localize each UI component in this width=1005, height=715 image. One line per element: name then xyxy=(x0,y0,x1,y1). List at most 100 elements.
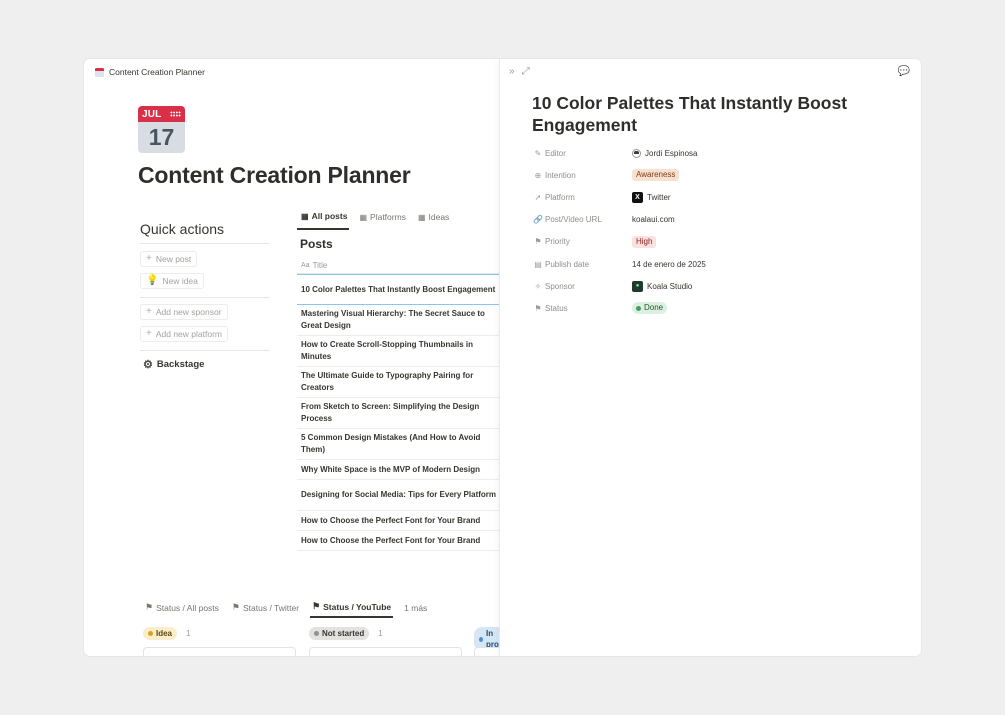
flag-icon: ⚑ xyxy=(534,303,542,313)
status-pill: Not started xyxy=(309,627,370,640)
target-icon: ⊕ xyxy=(534,170,542,180)
board-lane-not-started[interactable]: Not started 1 xyxy=(309,627,383,640)
table-row[interactable]: Mastering Visual Hierarchy: The Secret S… xyxy=(297,305,500,336)
status-tag: Done xyxy=(632,302,668,315)
property-editor[interactable]: ✎ Editor Jordi Espinosa xyxy=(533,142,893,164)
property-intention[interactable]: ⊕ Intention Awareness xyxy=(533,164,893,186)
property-sponsor[interactable]: ✧ Sponsor ● Koala Studio xyxy=(533,275,893,297)
board-card[interactable] xyxy=(474,647,500,656)
table-row[interactable]: How to Choose the Perfect Font for Your … xyxy=(297,531,500,551)
board-card[interactable] xyxy=(143,647,296,656)
quick-actions-title: Quick actions xyxy=(140,221,225,237)
property-value[interactable]: koalaui.com xyxy=(632,215,675,224)
table-row[interactable]: 5 Common Design Mistakes (And How to Avo… xyxy=(297,429,500,460)
sparkle-icon: ✧ xyxy=(534,281,542,291)
column-header-label: Title xyxy=(312,260,328,270)
tab-label: Status / All posts xyxy=(156,602,219,613)
new-post-button[interactable]: + New post xyxy=(140,251,198,267)
calendar-month: JUL xyxy=(138,106,185,122)
table-row[interactable]: Designing for Social Media: Tips for Eve… xyxy=(297,480,500,511)
property-label: Post/Video URL xyxy=(545,215,602,225)
property-label: Publish date xyxy=(545,259,590,269)
divider xyxy=(140,243,270,244)
table-row[interactable]: 10 Color Palettes That Instantly Boost E… xyxy=(297,274,500,305)
status-pill: Idea xyxy=(143,627,178,640)
expand-icon[interactable]: ⤢ xyxy=(522,66,530,77)
backstage-link[interactable]: ⚙ Backstage xyxy=(143,358,204,371)
row-title: Designing for Social Media: Tips for Eve… xyxy=(301,490,497,499)
new-idea-button[interactable]: 💡 New idea xyxy=(140,273,204,289)
divider xyxy=(140,297,270,298)
status-dot xyxy=(314,631,319,636)
property-platform[interactable]: ➚ Platform X Twitter xyxy=(533,186,893,208)
lane-count: 1 xyxy=(186,629,191,638)
status-dot xyxy=(479,636,484,642)
tab-status-youtube[interactable]: ⚑ Status / YouTube xyxy=(310,597,394,618)
property-publish-date[interactable]: ▤ Publish date 14 de enero de 2025 xyxy=(533,253,893,275)
property-value: Twitter xyxy=(647,192,671,202)
tab-label: Status / YouTube xyxy=(323,601,392,612)
panel-toolbar: » ⤢ xyxy=(509,66,537,77)
property-url[interactable]: 🔗 Post/Video URL koalaui.com xyxy=(533,209,893,231)
tab-label: Ideas xyxy=(428,212,450,222)
tab-status-all-posts[interactable]: ⚑ Status / All posts xyxy=(143,597,221,618)
calendar-month-label: JUL xyxy=(142,108,162,120)
table-icon: ▦ xyxy=(417,212,426,222)
table-icon: ▦ xyxy=(301,211,309,221)
tab-ideas[interactable]: ▦ Ideas xyxy=(414,209,451,230)
table-row[interactable]: How to Create Scroll-Stopping Thumbnails… xyxy=(297,336,500,367)
status-tag-label: Done xyxy=(644,303,664,313)
tab-status-twitter[interactable]: ⚑ Status / Twitter xyxy=(230,597,301,618)
comment-icon[interactable]: 💬 xyxy=(898,66,910,77)
board-card[interactable] xyxy=(309,647,462,656)
property-label: Status xyxy=(545,303,568,313)
row-title: The Ultimate Guide to Typography Pairing… xyxy=(301,371,474,392)
flag-icon: ⚑ xyxy=(145,602,154,612)
new-idea-label: New idea xyxy=(162,276,198,286)
gear-icon: ⚙ xyxy=(143,359,153,371)
lane-count: 1 xyxy=(378,629,383,638)
tab-label: All posts xyxy=(311,211,348,221)
property-priority[interactable]: ⚑ Priority High xyxy=(533,231,893,253)
add-sponsor-label: Add new sponsor xyxy=(155,307,222,317)
table-row[interactable]: From Sketch to Screen: Simplifying the D… xyxy=(297,398,500,429)
page-title: Content Creation Planner xyxy=(138,162,411,188)
new-post-label: New post xyxy=(155,254,192,264)
tab-all-posts[interactable]: ▦ All posts xyxy=(297,209,350,230)
tab-more[interactable]: 1 más xyxy=(402,597,429,618)
property-label: Priority xyxy=(545,237,570,247)
add-sponsor-button[interactable]: + Add new sponsor xyxy=(140,304,228,320)
tab-platforms[interactable]: ▦ Platforms xyxy=(355,209,407,230)
row-title: 5 Common Design Mistakes (And How to Avo… xyxy=(301,433,481,454)
row-title: Mastering Visual Hierarchy: The Secret S… xyxy=(301,309,485,330)
priority-tag: High xyxy=(632,235,657,248)
status-pill-label: Idea xyxy=(156,629,173,638)
property-value: Jordi Espinosa xyxy=(645,148,698,158)
add-platform-button[interactable]: + Add new platform xyxy=(140,326,228,342)
property-status[interactable]: ⚑ Status Done xyxy=(533,297,893,319)
table-row[interactable]: The Ultimate Guide to Typography Pairing… xyxy=(297,367,500,398)
plus-icon: + xyxy=(146,306,152,317)
status-board: Idea 1 Not started 1 In progress xyxy=(143,627,500,656)
koala-studio-logo-icon: ● xyxy=(632,280,643,292)
panel-title[interactable]: 10 Color Palettes That Instantly Boost E… xyxy=(532,92,892,136)
lightbulb-icon: 💡 xyxy=(146,275,159,286)
twitter-x-icon: X xyxy=(632,191,643,203)
breadcrumb[interactable]: Content Creation Planner xyxy=(95,67,205,77)
property-label: Editor xyxy=(545,148,566,158)
table-row[interactable]: How to Choose the Perfect Font for Your … xyxy=(297,511,500,531)
link-icon: 🔗 xyxy=(533,215,543,225)
page-calendar-icon[interactable]: JUL 17 xyxy=(138,106,185,153)
app-window: Content Creation Planner JUL 17 Content … xyxy=(84,59,921,656)
calendar-dots-icon xyxy=(170,111,181,117)
page-content: Content Creation Planner JUL 17 Content … xyxy=(84,59,500,656)
row-title: Why White Space is the MVP of Modern Des… xyxy=(301,464,480,474)
column-header-title[interactable]: Aa Title xyxy=(297,257,500,274)
row-title: How to Create Scroll-Stopping Thumbnails… xyxy=(301,340,474,361)
table-icon: ▦ xyxy=(359,212,368,222)
table-row[interactable]: Why White Space is the MVP of Modern Des… xyxy=(297,460,500,480)
close-panel-icon[interactable]: » xyxy=(509,66,515,77)
pencil-icon: ✎ xyxy=(534,148,542,158)
calendar-icon xyxy=(95,67,104,77)
board-lane-idea[interactable]: Idea 1 xyxy=(143,627,190,640)
